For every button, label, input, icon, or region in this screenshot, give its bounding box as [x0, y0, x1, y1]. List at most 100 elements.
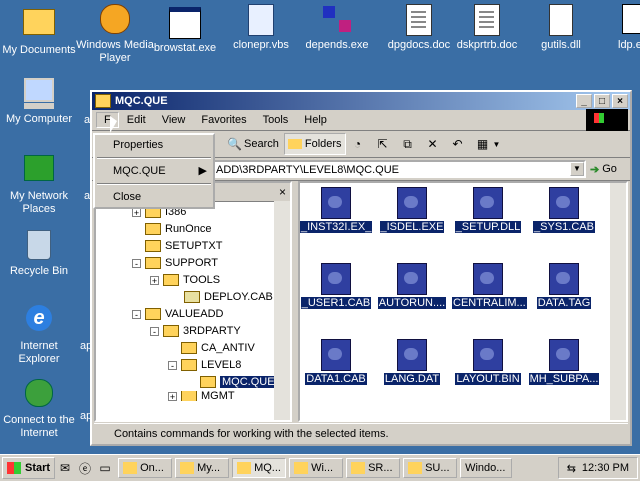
collapse-icon[interactable]: -: [132, 258, 141, 268]
desktop-icon-network[interactable]: My Network Places: [0, 152, 78, 216]
desktop-icon-dskprtrb[interactable]: dskprtrb.doc: [448, 4, 526, 52]
file-icon: [473, 339, 503, 371]
desktop-icon-gutils[interactable]: gutils.dll: [522, 4, 600, 52]
menu-favorites[interactable]: Favorites: [193, 112, 254, 128]
taskbar-button-active[interactable]: MQ...: [232, 458, 287, 478]
menu-edit[interactable]: Edit: [119, 112, 154, 128]
file-menu-popup: Properties MQC.QUE ▶ Close: [93, 133, 215, 209]
views-button[interactable]: ▦ ▼: [473, 134, 504, 154]
title-bar[interactable]: MQC.QUE _ □ ×: [92, 92, 630, 110]
delete-button[interactable]: ✕: [423, 134, 446, 154]
folder-icon: [181, 391, 197, 401]
script-icon: [245, 4, 277, 36]
desktop-icon-recycle-bin[interactable]: Recycle Bin: [0, 228, 78, 278]
file-list-scrollbar[interactable]: [610, 183, 626, 420]
tree-item-support[interactable]: - SUPPORT: [132, 255, 218, 271]
expand-icon[interactable]: +: [168, 391, 177, 401]
file-item[interactable]: _SYS1.CAB: [528, 187, 600, 233]
close-pane-icon[interactable]: ×: [279, 185, 286, 199]
close-button[interactable]: ×: [612, 94, 628, 108]
tree-item-runonce[interactable]: RunOnce: [145, 221, 211, 237]
taskbar-button[interactable]: On...: [118, 458, 173, 478]
tree-item-mgmt[interactable]: + MGMT: [168, 391, 235, 401]
computer-icon: [23, 78, 55, 110]
desktop-icon-dpgdocs[interactable]: dpgdocs.doc: [380, 4, 458, 52]
go-arrow-icon: ➔: [590, 163, 600, 176]
desktop-icon-browstat[interactable]: browstat.exe: [146, 4, 224, 55]
minimize-button[interactable]: _: [576, 94, 592, 108]
tree-item-ca-antiv[interactable]: CA_ANTIV: [181, 340, 255, 356]
go-button[interactable]: ➔ Go: [590, 163, 630, 176]
desktop-icon-ie[interactable]: e Internet Explorer: [0, 302, 78, 366]
tree-item-setuptxt[interactable]: SETUPTXT: [145, 238, 222, 254]
folders-button[interactable]: Folders: [283, 133, 346, 155]
network-tray-icon[interactable]: ⇆: [567, 462, 576, 475]
file-item[interactable]: _USER1.CAB: [300, 263, 372, 309]
menu-tools[interactable]: Tools: [255, 112, 297, 128]
move-to-button[interactable]: ⇱: [373, 134, 396, 154]
file-item[interactable]: _INST32I.EX_: [300, 187, 373, 233]
cab-icon: [549, 187, 579, 219]
desktop-icon-connect[interactable]: Connect to the Internet: [0, 376, 78, 440]
tree-item-mqc-que[interactable]: MQC.QUE: [200, 374, 277, 390]
file-item[interactable]: DATA.TAG: [528, 263, 600, 309]
desktop-icon-my-computer[interactable]: My Computer: [0, 76, 78, 126]
file-item[interactable]: AUTORUN....: [376, 263, 448, 309]
folder-icon: [145, 223, 161, 235]
file-icon: [549, 339, 579, 371]
taskbar-button[interactable]: My...: [175, 458, 230, 478]
expand-icon[interactable]: +: [150, 275, 159, 285]
tree-item-deploy-cab[interactable]: DEPLOY.CAB: [184, 289, 273, 305]
quicklaunch-desktop-icon[interactable]: ▭: [95, 458, 115, 478]
media-player-icon: [99, 4, 131, 36]
file-item[interactable]: DATA1.CAB: [300, 339, 372, 385]
folder-icon: [95, 94, 111, 108]
folder-icon: [180, 462, 195, 474]
menu-item-properties[interactable]: Properties: [95, 135, 213, 155]
file-item[interactable]: LANG.DAT: [376, 339, 448, 385]
copy-to-button[interactable]: ⧉: [398, 134, 421, 154]
desktop-icon-depends[interactable]: depends.exe: [298, 4, 376, 52]
file-item[interactable]: MH_SUBPA...: [528, 339, 600, 385]
taskbar-button[interactable]: SR...: [346, 458, 401, 478]
desktop-icon-ldp[interactable]: ldp.e: [600, 4, 640, 52]
quicklaunch-ie-icon[interactable]: ⓔ: [75, 458, 95, 478]
menu-help[interactable]: Help: [296, 112, 335, 128]
address-dropdown-button[interactable]: ▼: [570, 162, 584, 176]
folder-icon: [181, 342, 197, 354]
folders-icon: [287, 139, 302, 149]
chevron-down-icon: ▼: [492, 139, 501, 149]
desktop-icon-my-documents[interactable]: My Documents: [0, 4, 78, 57]
start-button[interactable]: Start: [2, 457, 56, 479]
file-item[interactable]: CENTRALIM...: [452, 263, 527, 309]
menu-item-mqc-que[interactable]: MQC.QUE ▶: [95, 161, 213, 181]
file-item[interactable]: _ISDEL.EXE: [376, 187, 448, 233]
collapse-icon[interactable]: -: [168, 360, 177, 370]
address-input[interactable]: ADD\3RDPARTY\LEVEL8\MQC.QUE ▼: [212, 160, 586, 178]
file-item[interactable]: LAYOUT.BIN: [452, 339, 524, 385]
desktop-icon-clonepr[interactable]: clonepr.vbs: [222, 4, 300, 52]
tree-item-valueadd[interactable]: - VALUEADD: [132, 306, 223, 322]
search-button[interactable]: 🔍 Search: [224, 134, 282, 154]
menu-item-close[interactable]: Close: [95, 187, 213, 207]
quicklaunch-outlook-icon[interactable]: ✉: [55, 458, 75, 478]
windows-logo-icon: [586, 109, 628, 131]
taskbar-button[interactable]: Wi...: [289, 458, 344, 478]
maximize-button[interactable]: □: [594, 94, 610, 108]
taskbar-button[interactable]: SU...: [403, 458, 458, 478]
file-item[interactable]: _SETUP.DLL: [452, 187, 524, 233]
tree-item-tools[interactable]: + TOOLS: [150, 272, 220, 288]
collapse-icon[interactable]: -: [132, 309, 141, 319]
history-button[interactable]: ◔: [348, 134, 371, 154]
taskbar-button[interactable]: Windo...: [460, 458, 513, 478]
folder-icon: [408, 462, 423, 474]
copy-to-icon: ⧉: [403, 137, 412, 151]
tree-item-level8[interactable]: - LEVEL8: [168, 357, 241, 373]
file-icon: [549, 263, 579, 295]
tree-scrollbar[interactable]: [274, 201, 290, 420]
undo-button[interactable]: ↶: [448, 134, 471, 154]
tree-item-3rdparty[interactable]: -3RDPARTY: [150, 323, 241, 339]
collapse-icon[interactable]: -: [150, 326, 159, 336]
menu-view[interactable]: View: [154, 112, 194, 128]
desktop-icon-media-player[interactable]: Windows Media Player: [76, 4, 154, 65]
